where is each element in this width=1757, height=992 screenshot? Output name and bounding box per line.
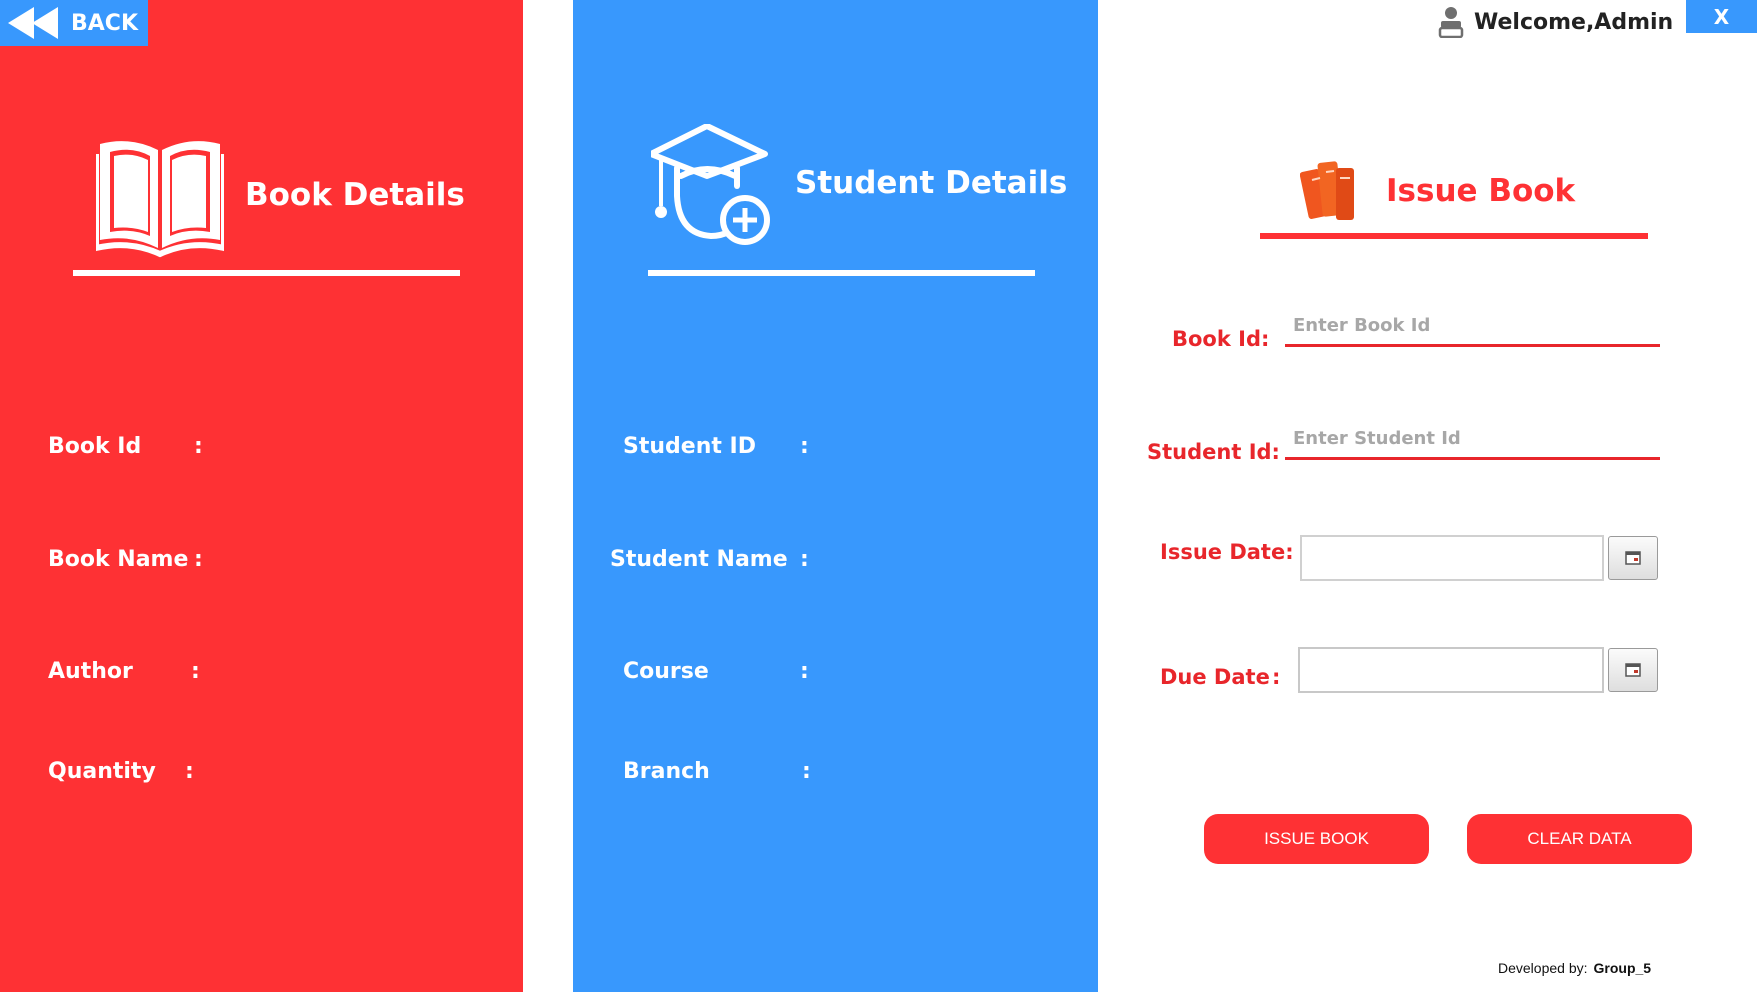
issue-book-button[interactable]: ISSUE BOOK	[1204, 814, 1429, 864]
developed-by-label: Developed by:	[1498, 960, 1588, 976]
author-label: Author	[48, 659, 133, 684]
welcome-text: Welcome,Admin	[1474, 9, 1674, 35]
student-name-label: Student Name	[610, 547, 788, 572]
author-colon: :	[191, 659, 200, 684]
issue-date-picker-button[interactable]	[1608, 536, 1658, 580]
book-name-label: Book Name	[48, 547, 189, 572]
book-details-title: Book Details	[245, 177, 465, 213]
course-colon: :	[800, 659, 809, 684]
calendar-icon	[1625, 663, 1641, 677]
book-title-underline	[73, 270, 460, 276]
due-date-colon: :	[1272, 665, 1281, 689]
student-id-input[interactable]	[1285, 420, 1660, 460]
due-date-picker-button[interactable]	[1608, 648, 1658, 692]
issue-book-window: BACK Book Details Book Id : Book Name : …	[0, 0, 1757, 992]
user-icon	[1438, 7, 1464, 38]
calendar-icon	[1625, 551, 1641, 565]
branch-label: Branch	[623, 759, 710, 784]
quantity-label: Quantity	[48, 759, 156, 784]
due-date-label: Due Date	[1160, 665, 1270, 689]
developer-name: Group_5	[1593, 960, 1652, 976]
open-book-icon	[96, 141, 224, 258]
issue-title-underline	[1260, 233, 1648, 239]
student-id-label: Student ID	[623, 434, 756, 459]
course-label: Course	[623, 659, 709, 684]
student-details-title: Student Details	[795, 165, 1068, 201]
close-button[interactable]: X	[1686, 0, 1757, 33]
welcome-area: Welcome,Admin	[1438, 6, 1673, 38]
back-button[interactable]: BACK	[0, 0, 148, 46]
book-id-colon: :	[194, 434, 203, 459]
issue-date-label: Issue Date:	[1160, 540, 1294, 564]
books-stack-icon	[1300, 161, 1354, 220]
student-id-colon: :	[800, 434, 809, 459]
issue-date-input[interactable]	[1300, 535, 1604, 581]
book-name-colon: :	[194, 547, 203, 572]
due-date-input[interactable]	[1298, 647, 1604, 693]
book-details-panel: BACK Book Details Book Id : Book Name : …	[0, 0, 523, 992]
student-name-colon: :	[800, 547, 809, 572]
student-title-underline	[648, 270, 1035, 276]
issue-book-title: Issue Book	[1386, 173, 1576, 209]
back-label: BACK	[71, 11, 138, 36]
quantity-colon: :	[185, 759, 194, 784]
book-id-field-label: Book Id:	[1172, 327, 1270, 351]
clear-data-button[interactable]: CLEAR DATA	[1467, 814, 1692, 864]
student-id-field-label: Student Id:	[1147, 440, 1280, 464]
book-id-label: Book Id	[48, 434, 142, 459]
developer-credit: Developed by: Group_5	[1498, 960, 1651, 976]
book-id-input[interactable]	[1285, 307, 1660, 347]
branch-colon: :	[802, 759, 811, 784]
rewind-icon	[8, 7, 58, 39]
graduate-add-icon	[651, 124, 770, 245]
student-details-panel: Student Details Student ID : Student Nam…	[573, 0, 1098, 992]
